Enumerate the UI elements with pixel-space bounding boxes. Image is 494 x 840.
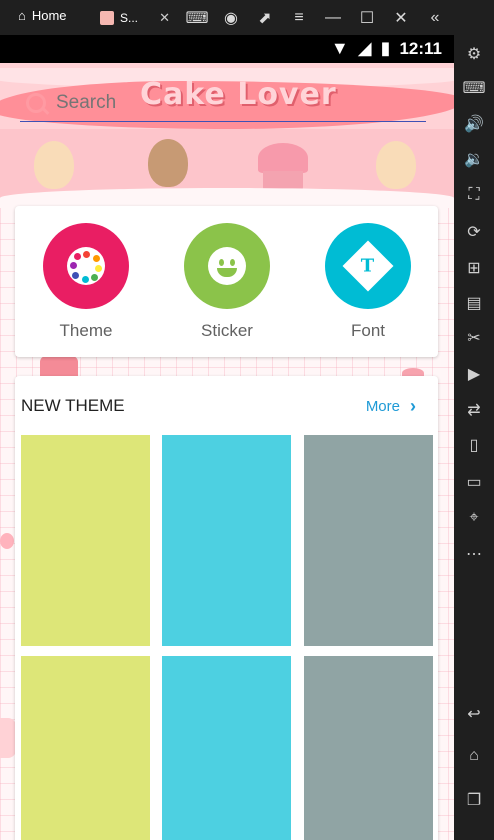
new-theme-card: NEW THEME More ›	[15, 376, 438, 840]
close-icon[interactable]: ✕	[384, 8, 418, 28]
theme-circle[interactable]	[43, 223, 129, 309]
header-banner: Cake Lover	[0, 63, 454, 208]
battery-icon: ▮	[380, 38, 391, 58]
status-bar: ▼ ◢ ▮ 12:11	[0, 35, 454, 63]
screenshot-icon[interactable]: ⛶	[454, 180, 494, 210]
app-tab-icon	[100, 10, 114, 25]
cupcake-icon	[258, 143, 308, 173]
mochi-character-1	[34, 141, 74, 189]
sticker-circle[interactable]	[184, 223, 270, 309]
decoration-flower	[0, 533, 14, 549]
keyboard-icon[interactable]: ⌨	[454, 73, 494, 103]
gamepad-icon[interactable]: ⌨	[180, 8, 214, 28]
decoration-cake	[0, 718, 16, 758]
collapse-icon[interactable]: «	[418, 9, 452, 27]
minimize-icon[interactable]: —	[316, 9, 350, 27]
home-tab[interactable]: ⌂ Home	[18, 8, 67, 23]
app-screen: Cake Lover Search Theme Sticker T Font N…	[0, 63, 454, 840]
theme-tile[interactable]	[162, 435, 291, 646]
search-bar[interactable]	[20, 85, 426, 122]
shake-icon[interactable]: ▯	[454, 430, 494, 460]
decoration-jar	[40, 356, 78, 376]
category-theme-label: Theme	[59, 321, 113, 340]
cut-icon[interactable]: ✂	[454, 323, 494, 353]
home-tab-label: Home	[31, 8, 67, 23]
more-label: More	[365, 398, 400, 415]
clock: 12:11	[399, 38, 442, 58]
settings-icon[interactable]: ⚙	[454, 39, 494, 69]
theme-tile[interactable]	[304, 435, 433, 646]
category-theme[interactable]: Theme	[43, 223, 129, 341]
volume-down-icon[interactable]: 🔉	[454, 144, 494, 174]
signal-icon: ◢	[357, 38, 372, 58]
theme-tile[interactable]	[304, 656, 433, 840]
location-icon[interactable]: ⌖	[454, 503, 494, 533]
font-circle[interactable]: T	[325, 223, 411, 309]
apk-icon[interactable]: ▤	[454, 288, 494, 318]
folder-icon[interactable]: ▭	[454, 467, 494, 497]
emulator-sidebar: ⚙ ⌨ 🔊 🔉 ⛶ ⟳ ⊞ ▤ ✂ ▶ ⇄ ▯ ▭ ⌖ ⋯ ↩ ⌂ ❐	[454, 35, 494, 840]
mochi-character-2	[148, 139, 188, 187]
external-icon[interactable]: ⬈	[248, 8, 282, 28]
category-sticker-label: Sticker	[201, 321, 253, 340]
home-icon[interactable]: ⌂	[454, 741, 494, 771]
theme-tile[interactable]	[162, 656, 291, 840]
titlebar-controls: ⌨ ◉ ⬈ ≡ — ☐ ✕ «	[180, 0, 452, 35]
theme-tile[interactable]	[21, 656, 150, 840]
search-icon	[26, 93, 46, 113]
volume-up-icon[interactable]: 🔊	[454, 109, 494, 139]
menu-icon[interactable]: ≡	[282, 9, 316, 27]
more-link[interactable]: More ›	[366, 396, 416, 417]
section-title: NEW THEME	[21, 396, 125, 415]
home-icon: ⌂	[18, 8, 26, 23]
chevron-right-icon: ›	[410, 396, 416, 416]
back-icon[interactable]: ↩	[454, 699, 494, 729]
font-icon: T	[342, 240, 394, 292]
rotate-icon[interactable]: ⟳	[454, 217, 494, 247]
video-icon[interactable]: ▶	[454, 359, 494, 389]
emulator-titlebar: ⌂ Home S... ✕ ⌨ ◉ ⬈ ≡ — ☐ ✕ «	[0, 0, 494, 35]
restore-icon[interactable]: ☐	[350, 8, 384, 28]
mochi-character-3	[376, 141, 416, 189]
palette-icon	[67, 247, 105, 285]
category-sticker[interactable]: Sticker	[184, 223, 270, 341]
category-font-label: Font	[350, 321, 386, 340]
recents-icon[interactable]: ❐	[454, 785, 494, 815]
category-card: Theme Sticker T Font	[15, 206, 438, 357]
theme-tile[interactable]	[21, 435, 150, 646]
smiley-icon	[208, 247, 246, 285]
search-input[interactable]	[54, 91, 158, 115]
account-icon[interactable]: ◉	[214, 8, 248, 28]
more-icon[interactable]: ⋯	[454, 539, 494, 569]
app-tab-label: S...	[120, 10, 139, 25]
category-font[interactable]: T Font	[325, 223, 411, 341]
wifi-icon: ▼	[330, 38, 349, 58]
sync-icon[interactable]: ⇄	[454, 395, 494, 425]
add-window-icon[interactable]: ⊞	[454, 253, 494, 283]
app-tab[interactable]: S... ✕	[96, 0, 176, 35]
close-tab-icon[interactable]: ✕	[159, 10, 170, 26]
